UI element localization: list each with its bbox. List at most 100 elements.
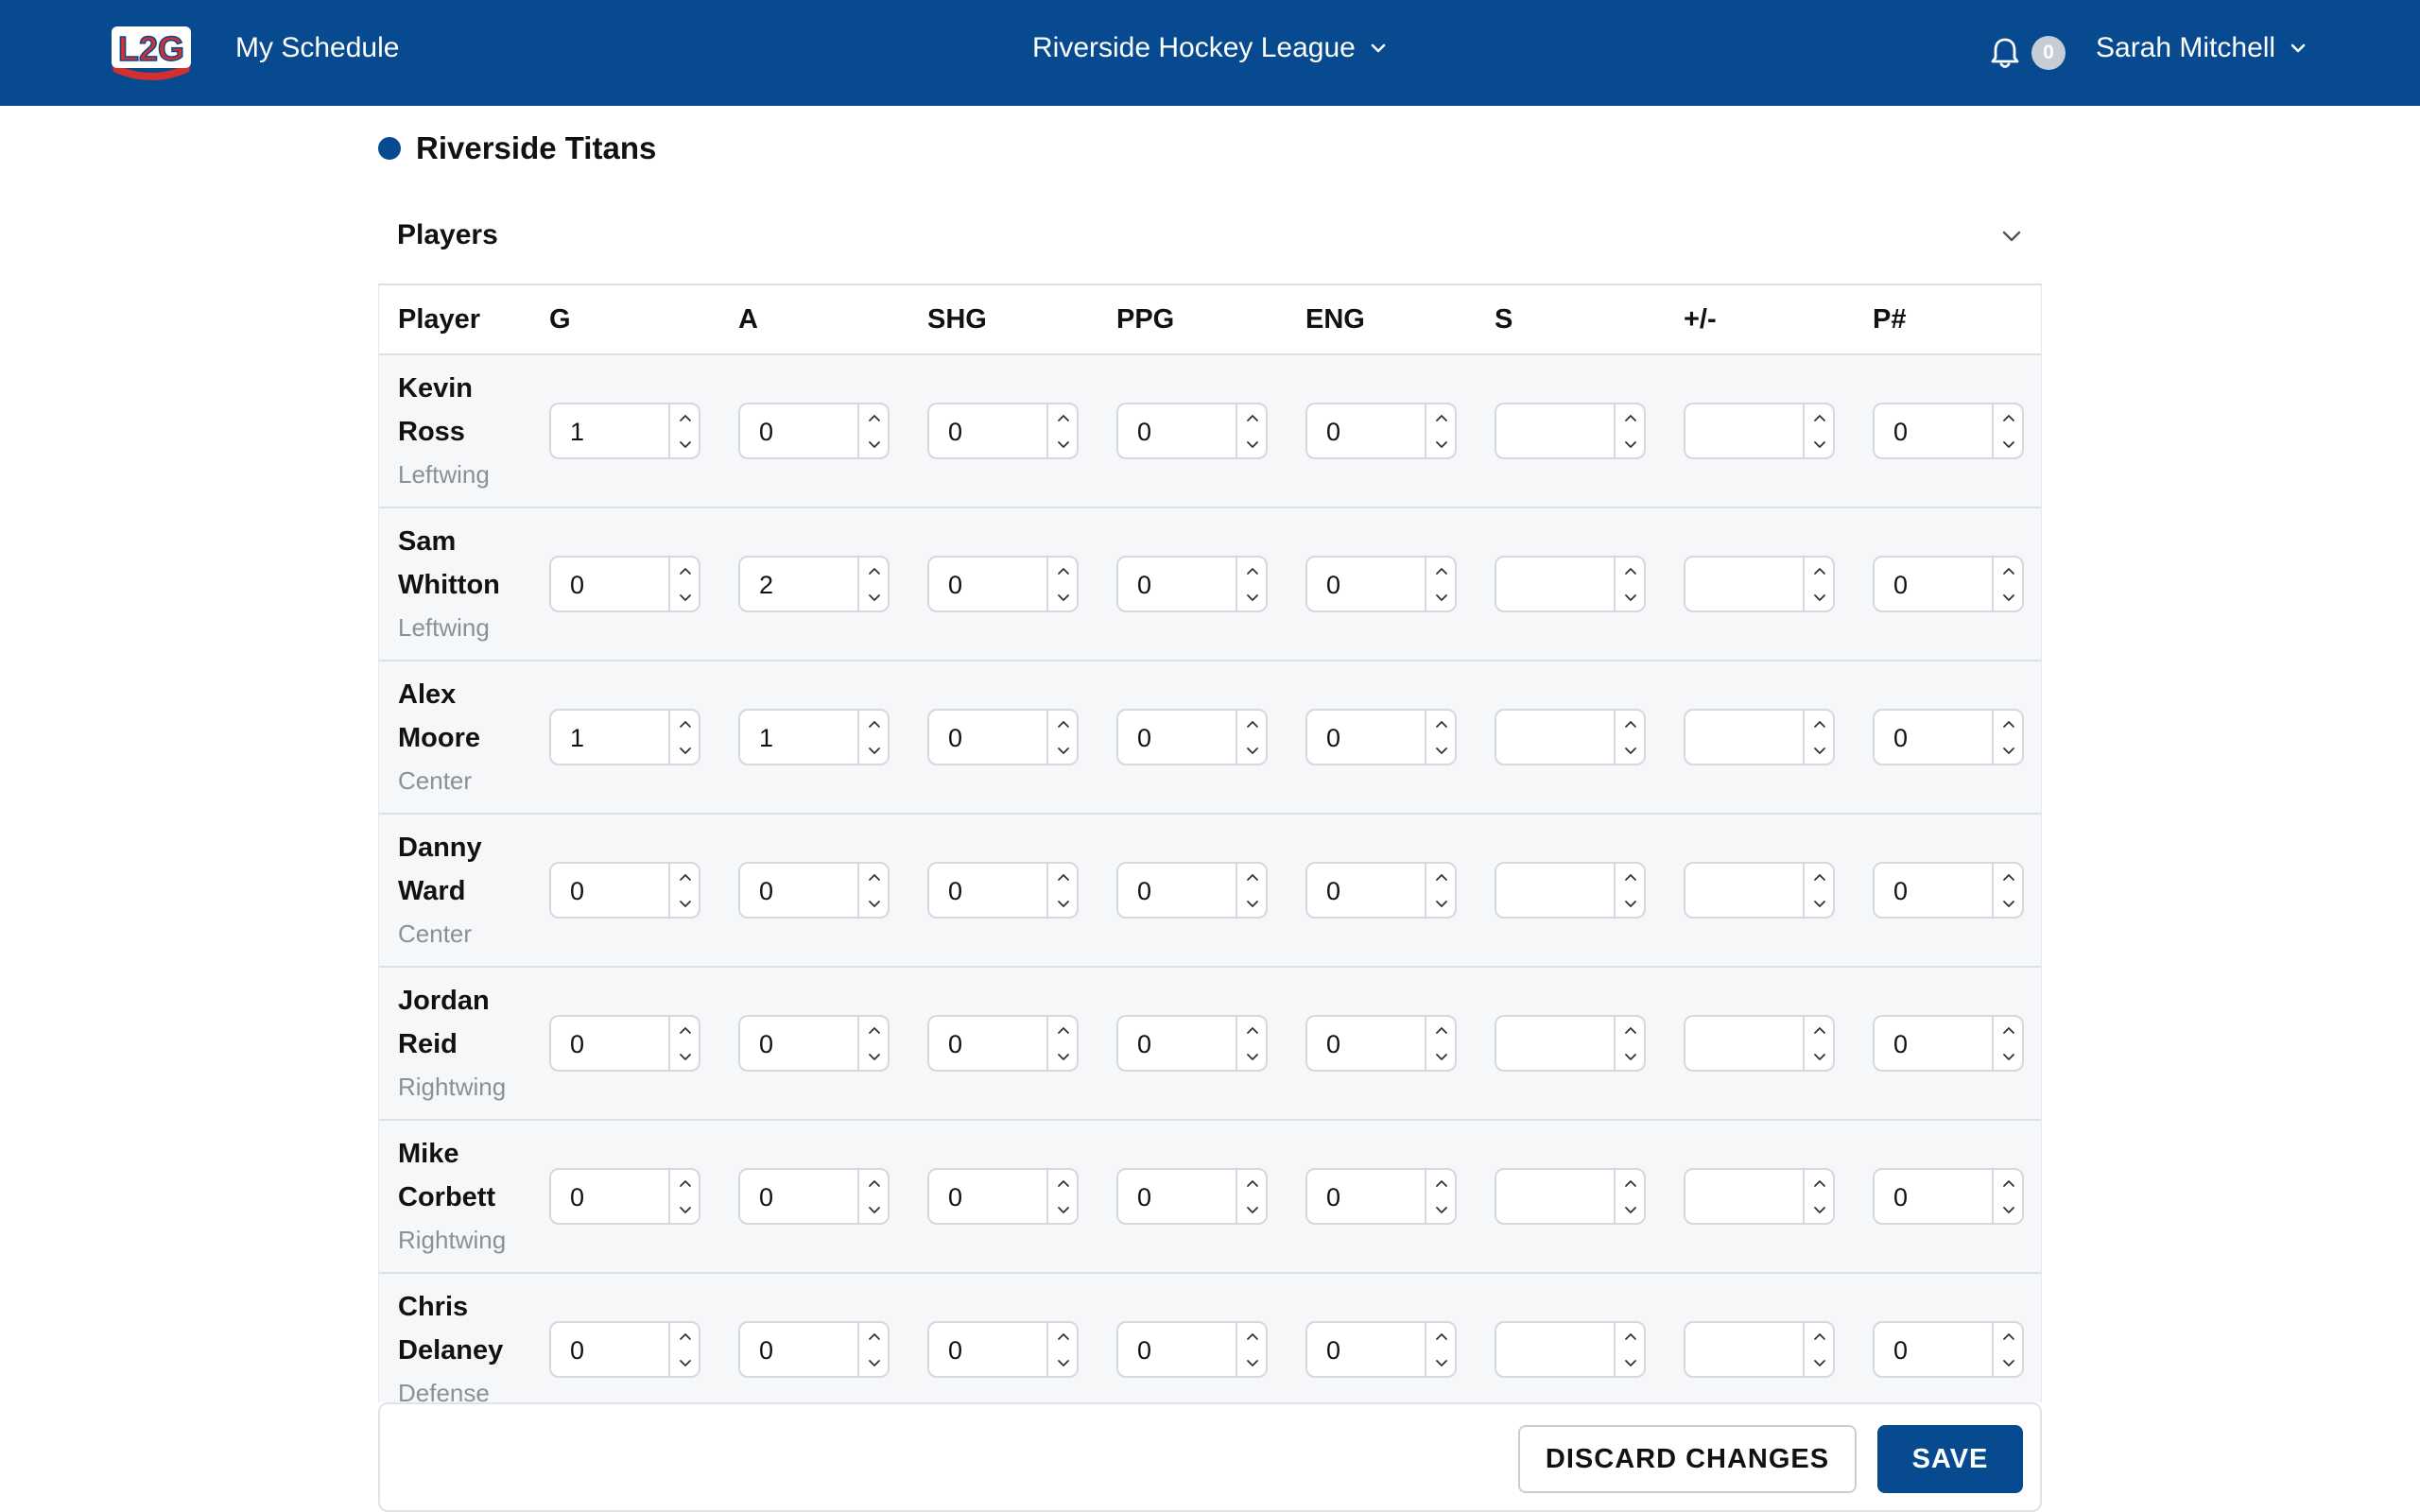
chevron-up-icon[interactable]	[1237, 1170, 1268, 1196]
stat-input-s[interactable]	[1495, 1321, 1646, 1378]
chevron-down-icon[interactable]	[1426, 1349, 1457, 1376]
chevron-down-icon[interactable]	[1426, 584, 1457, 610]
chevron-up-icon[interactable]	[1426, 558, 1457, 584]
chevron-down-icon[interactable]	[1426, 1196, 1457, 1223]
chevron-up-icon[interactable]	[1616, 1170, 1646, 1196]
chevron-down-icon[interactable]	[1426, 890, 1457, 917]
chevron-up-icon[interactable]	[670, 1170, 700, 1196]
chevron-up-icon[interactable]	[1616, 1017, 1646, 1043]
stat-input-eng[interactable]: 0	[1305, 1015, 1457, 1072]
chevron-down-icon[interactable]	[670, 431, 700, 457]
chevron-up-icon[interactable]	[1237, 864, 1268, 890]
stat-input-ppg[interactable]: 0	[1116, 1168, 1268, 1225]
chevron-up-icon[interactable]	[670, 558, 700, 584]
chevron-down-icon[interactable]	[859, 584, 890, 610]
chevron-down-icon[interactable]	[859, 1349, 890, 1376]
stat-input-eng[interactable]: 0	[1305, 403, 1457, 459]
chevron-down-icon[interactable]	[670, 890, 700, 917]
chevron-down-icon[interactable]	[1237, 890, 1268, 917]
chevron-down-icon[interactable]	[1048, 737, 1079, 764]
stat-input-p-number[interactable]: 0	[1873, 556, 2024, 612]
stat-input-g[interactable]: 0	[549, 1168, 700, 1225]
stat-input-plus-minus[interactable]	[1684, 1015, 1835, 1072]
stat-input-eng[interactable]: 0	[1305, 862, 1457, 919]
stat-input-p-number[interactable]: 0	[1873, 403, 2024, 459]
chevron-up-icon[interactable]	[1805, 558, 1835, 584]
stat-input-shg[interactable]: 0	[927, 556, 1079, 612]
chevron-up-icon[interactable]	[1994, 1017, 2024, 1043]
chevron-up-icon[interactable]	[1237, 711, 1268, 737]
stat-input-ppg[interactable]: 0	[1116, 1321, 1268, 1378]
stat-input-g[interactable]: 0	[549, 862, 700, 919]
chevron-down-icon[interactable]	[1805, 1196, 1835, 1223]
stat-input-shg[interactable]: 0	[927, 403, 1079, 459]
chevron-down-icon[interactable]	[1805, 584, 1835, 610]
chevron-down-icon[interactable]	[1805, 431, 1835, 457]
chevron-down-icon[interactable]	[1616, 1196, 1646, 1223]
stat-input-eng[interactable]: 0	[1305, 709, 1457, 765]
stat-input-plus-minus[interactable]	[1684, 403, 1835, 459]
chevron-up-icon[interactable]	[670, 404, 700, 431]
stat-input-ppg[interactable]: 0	[1116, 709, 1268, 765]
stat-input-shg[interactable]: 0	[927, 862, 1079, 919]
chevron-up-icon[interactable]	[1237, 1017, 1268, 1043]
chevron-down-icon[interactable]	[1616, 1349, 1646, 1376]
stat-input-plus-minus[interactable]	[1684, 1321, 1835, 1378]
chevron-down-icon[interactable]	[670, 737, 700, 764]
stat-input-g[interactable]: 0	[549, 1321, 700, 1378]
chevron-up-icon[interactable]	[1616, 558, 1646, 584]
stat-input-a[interactable]: 0	[738, 403, 890, 459]
chevron-up-icon[interactable]	[859, 711, 890, 737]
stat-input-plus-minus[interactable]	[1684, 556, 1835, 612]
chevron-up-icon[interactable]	[859, 558, 890, 584]
chevron-up-icon[interactable]	[670, 864, 700, 890]
chevron-up-icon[interactable]	[1616, 1323, 1646, 1349]
chevron-down-icon[interactable]	[1048, 1043, 1079, 1070]
stat-input-shg[interactable]: 0	[927, 1321, 1079, 1378]
chevron-up-icon[interactable]	[1048, 404, 1079, 431]
chevron-up-icon[interactable]	[1805, 1323, 1835, 1349]
stat-input-g[interactable]: 1	[549, 403, 700, 459]
chevron-up-icon[interactable]	[1994, 404, 2024, 431]
chevron-up-icon[interactable]	[859, 1170, 890, 1196]
stat-input-ppg[interactable]: 0	[1116, 1015, 1268, 1072]
chevron-up-icon[interactable]	[1616, 404, 1646, 431]
chevron-down-icon[interactable]	[1805, 737, 1835, 764]
chevron-up-icon[interactable]	[1805, 864, 1835, 890]
chevron-down-icon[interactable]	[1805, 1349, 1835, 1376]
stat-input-shg[interactable]: 0	[927, 1168, 1079, 1225]
chevron-up-icon[interactable]	[1237, 1323, 1268, 1349]
stat-input-p-number[interactable]: 0	[1873, 1168, 2024, 1225]
league-logo[interactable]: L2G	[106, 21, 197, 81]
stat-input-s[interactable]	[1495, 709, 1646, 765]
chevron-down-icon[interactable]	[1237, 1043, 1268, 1070]
chevron-down-icon[interactable]	[1237, 1349, 1268, 1376]
chevron-down-icon[interactable]	[1616, 431, 1646, 457]
chevron-up-icon[interactable]	[1994, 558, 2024, 584]
chevron-up-icon[interactable]	[1426, 1323, 1457, 1349]
chevron-down-icon[interactable]	[1426, 431, 1457, 457]
stat-input-s[interactable]	[1495, 556, 1646, 612]
chevron-up-icon[interactable]	[859, 1017, 890, 1043]
chevron-up-icon[interactable]	[1805, 711, 1835, 737]
chevron-down-icon[interactable]	[859, 1043, 890, 1070]
chevron-down-icon[interactable]	[1237, 584, 1268, 610]
stat-input-g[interactable]: 1	[549, 709, 700, 765]
chevron-up-icon[interactable]	[670, 1017, 700, 1043]
chevron-down-icon[interactable]	[859, 1196, 890, 1223]
chevron-up-icon[interactable]	[1805, 1170, 1835, 1196]
chevron-down-icon[interactable]	[670, 1196, 700, 1223]
chevron-down-icon[interactable]	[1994, 1043, 2024, 1070]
save-button[interactable]: SAVE	[1877, 1425, 2023, 1493]
chevron-down-icon[interactable]	[1994, 584, 2024, 610]
chevron-down-icon[interactable]	[859, 890, 890, 917]
chevron-down-icon[interactable]	[670, 1043, 700, 1070]
chevron-up-icon[interactable]	[1805, 1017, 1835, 1043]
chevron-down-icon[interactable]	[1994, 1196, 2024, 1223]
stat-input-eng[interactable]: 0	[1305, 556, 1457, 612]
chevron-down-icon[interactable]	[1048, 431, 1079, 457]
chevron-down-icon[interactable]	[1616, 584, 1646, 610]
stat-input-g[interactable]: 0	[549, 1015, 700, 1072]
stat-input-shg[interactable]: 0	[927, 1015, 1079, 1072]
chevron-down-icon[interactable]	[1994, 890, 2024, 917]
